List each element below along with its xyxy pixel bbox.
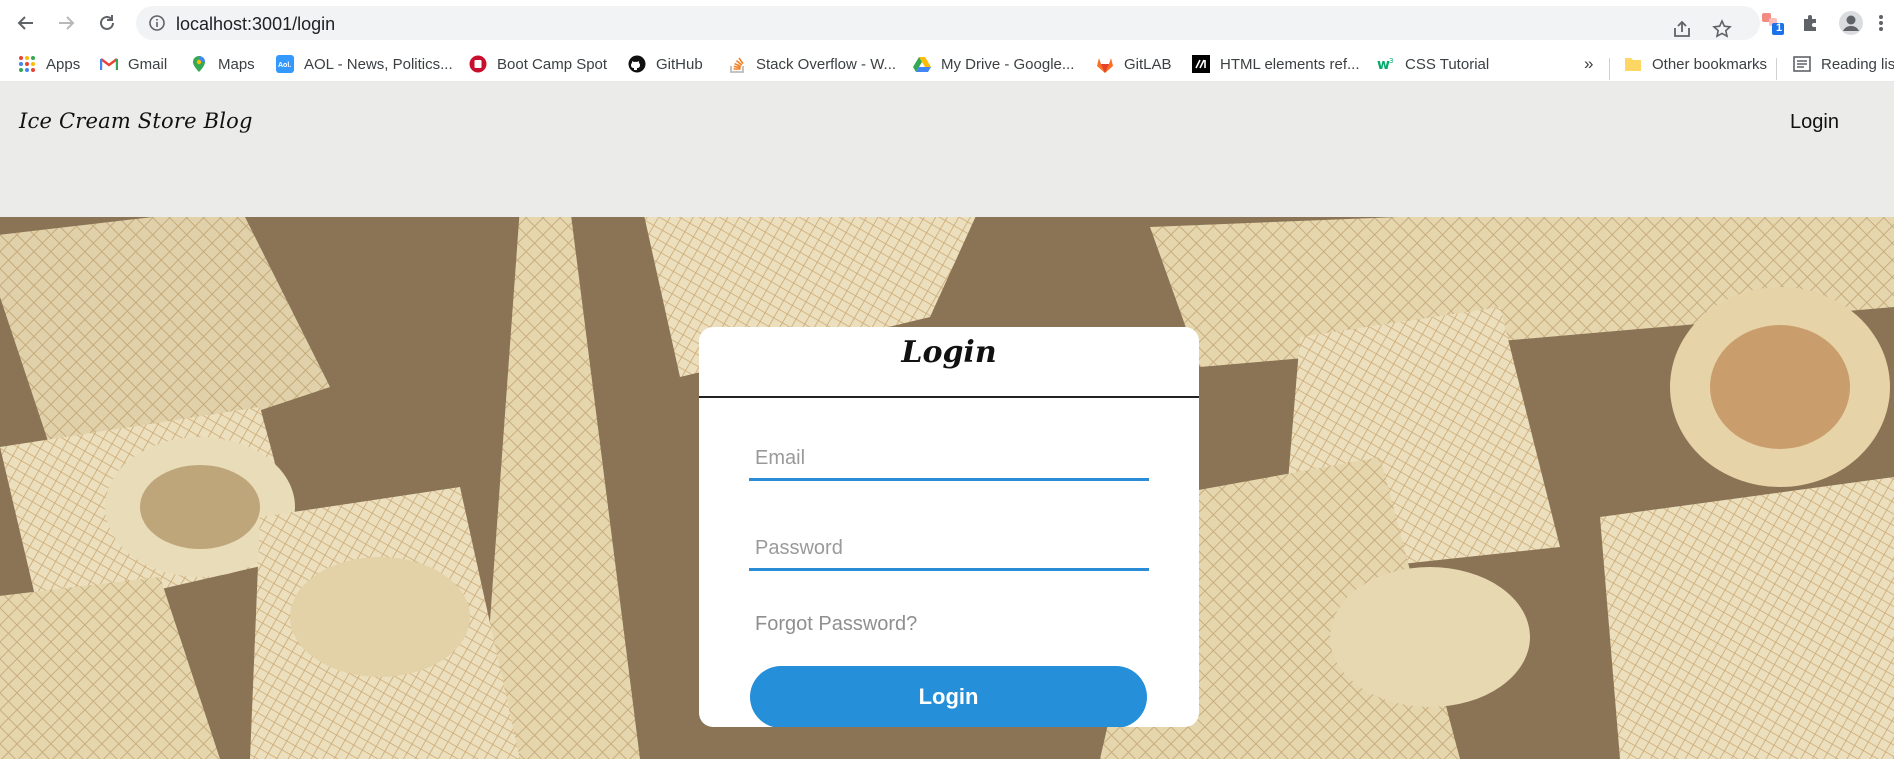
browser-toolbar: localhost:3001/login 1 [0,0,1894,46]
share-icon[interactable] [1670,17,1694,41]
extensions-puzzle-icon[interactable] [1798,10,1824,36]
extension-badge-icon[interactable]: 1 [1760,10,1786,36]
aol-icon: Aol. [276,55,294,73]
bookmark-label: My Drive - Google... [941,55,1075,73]
bookmark-gmail[interactable]: Gmail [100,52,167,76]
email-field-wrapper [749,429,1149,481]
bookmark-label: Apps [46,55,81,73]
bookmark-maps[interactable]: Maps [190,52,255,76]
bookmark-aol[interactable]: Aol. AOL - News, Politics... [276,52,453,76]
login-title: Login [901,335,997,370]
site-brand[interactable]: Ice Cream Store Blog [19,109,253,133]
password-field-wrapper [749,519,1149,571]
bookmark-star-icon[interactable] [1710,17,1734,41]
bookmarks-overflow-button[interactable]: » [1584,52,1593,76]
bookmarks-divider [1609,58,1610,80]
reading-list-label: Reading lis [1821,55,1894,73]
bookmark-bootcamp[interactable]: Boot Camp Spot [469,52,607,76]
address-bar[interactable]: localhost:3001/login [136,6,1760,40]
bookmark-label: GitHub [656,55,703,73]
reading-list-icon [1793,55,1811,73]
w3schools-icon: w3 [1377,55,1395,73]
github-icon [628,55,646,73]
site-info-icon[interactable] [148,14,166,32]
bookmark-label: Maps [218,55,255,73]
bookmark-label: HTML elements ref... [1220,55,1360,73]
mdn-icon [1192,55,1210,73]
bookmark-label: Boot Camp Spot [497,55,608,73]
bookmark-label: Stack Overflow - W... [756,55,897,73]
bookmark-gitlab[interactable]: GitLAB [1096,52,1172,76]
stackoverflow-icon [728,55,746,73]
nav-login-link[interactable]: Login [1790,111,1839,134]
back-icon[interactable] [11,9,41,37]
other-bookmarks-folder[interactable]: Other bookmarks [1624,52,1767,76]
browser-menu-icon[interactable] [1874,10,1888,36]
bookmark-google-drive[interactable]: My Drive - Google... [913,52,1074,76]
bookmarks-bar: Apps Gmail Maps Aol. AOL - News, Politic… [0,46,1894,82]
bookmark-stackoverflow[interactable]: Stack Overflow - W... [728,52,896,76]
forward-icon[interactable] [51,9,81,37]
extension-badge-count: 1 [1776,22,1783,34]
google-drive-icon [913,55,931,73]
other-bookmarks-label: Other bookmarks [1652,55,1768,73]
bookmark-w3schools[interactable]: w3 CSS Tutorial [1377,52,1489,76]
login-submit-button[interactable]: Login [750,666,1147,727]
title-divider [699,396,1199,398]
reload-icon[interactable] [92,9,122,37]
apps-grid-icon [18,55,36,73]
bookmark-github[interactable]: GitHub [628,52,703,76]
password-input[interactable] [749,519,1149,568]
url-text: localhost:3001/login [176,14,336,34]
profile-avatar-icon[interactable] [1838,10,1864,36]
bookmark-apps[interactable]: Apps [18,52,80,76]
bookmark-label: CSS Tutorial [1405,55,1490,73]
bootcamp-icon [469,55,487,73]
forgot-password-link[interactable]: Forgot Password? [755,613,917,636]
overflow-label: » [1584,54,1594,73]
folder-icon [1624,55,1642,73]
gmail-icon [100,55,118,73]
bookmark-label: GitLAB [1124,55,1172,73]
email-input[interactable] [749,429,1149,478]
bookmark-mdn[interactable]: HTML elements ref... [1192,52,1359,76]
bookmarks-divider [1776,58,1777,80]
svg-text:Aol.: Aol. [278,62,291,69]
svg-text:3: 3 [1389,57,1393,65]
bookmark-label: AOL - News, Politics... [304,55,453,73]
reading-list-button[interactable]: Reading lis [1793,52,1894,76]
gitlab-icon [1096,55,1114,73]
bookmark-label: Gmail [128,55,168,73]
site-header: Ice Cream Store Blog Login [0,82,1894,217]
maps-pin-icon [190,55,208,73]
login-card: Login Forgot Password? Login [699,327,1199,727]
